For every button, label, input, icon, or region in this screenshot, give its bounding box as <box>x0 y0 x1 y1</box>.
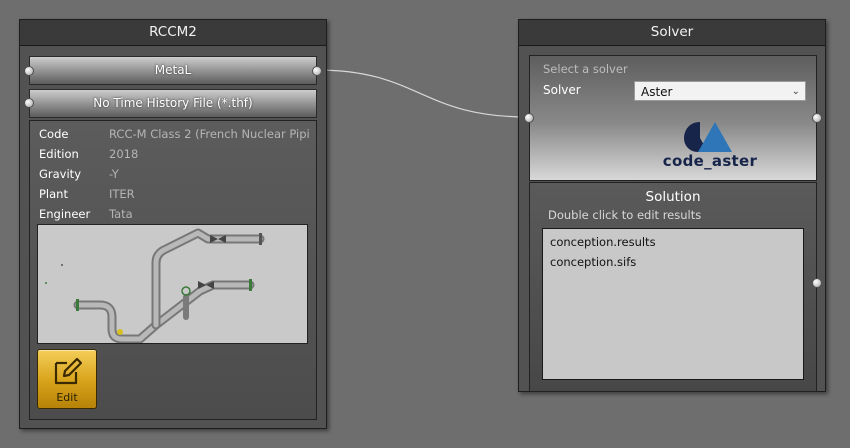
material-port-left[interactable] <box>24 66 34 76</box>
solver-node[interactable]: Solver Select a solver Solver Aster ⌄ co… <box>518 19 826 392</box>
edit-button[interactable]: Edit <box>37 349 97 409</box>
prop-code-key: Code <box>39 127 69 141</box>
solver-selection-panel: Select a solver Solver Aster ⌄ code_aste… <box>529 55 817 181</box>
solver-dropdown-value: Aster <box>641 85 673 99</box>
code-aster-logo: code_aster <box>660 118 760 174</box>
rccm-info-panel: Code RCC-M Class 2 (French Nuclear Pipin… <box>29 120 317 420</box>
solution-output-port[interactable] <box>812 278 822 288</box>
code-aster-logo-text: code_aster <box>662 152 758 170</box>
solver-input-port[interactable] <box>524 113 534 123</box>
solver-dropdown[interactable]: Aster ⌄ <box>634 81 806 101</box>
rccm-node[interactable]: RCCM2 MetaL No Time History File (*.thf)… <box>19 19 327 429</box>
prop-gravity-key: Gravity <box>39 167 82 181</box>
prop-engineer-value: Tata <box>109 207 133 221</box>
edit-icon <box>54 357 83 385</box>
solution-title: Solution <box>645 189 701 205</box>
rccm-node-title: RCCM2 <box>20 20 326 46</box>
time-history-port[interactable] <box>24 98 34 108</box>
solver-label: Solver <box>543 83 581 97</box>
material-bar[interactable]: MetaL <box>29 56 317 85</box>
select-solver-hint: Select a solver <box>543 62 628 76</box>
result-item-conception-sifs[interactable]: conception.sifs <box>550 255 636 269</box>
solution-hint: Double click to edit results <box>548 208 702 222</box>
solver-node-title: Solver <box>519 20 825 46</box>
prop-edition-key: Edition <box>39 147 79 161</box>
solution-panel: Solution Double click to edit results co… <box>529 182 817 392</box>
piping-model-preview[interactable] <box>37 224 308 344</box>
chevron-down-icon: ⌄ <box>791 86 800 97</box>
prop-edition-value: 2018 <box>109 147 139 161</box>
edit-button-label: Edit <box>56 391 78 404</box>
material-port-right[interactable] <box>312 66 322 76</box>
results-list[interactable]: conception.results conception.sifs <box>542 228 804 380</box>
prop-code-value: RCC-M Class 2 (French Nuclear Piping) <box>109 127 309 141</box>
result-item-conception-results[interactable]: conception.results <box>550 235 656 249</box>
solver-output-port[interactable] <box>812 113 822 123</box>
prop-plant-value: ITER <box>109 187 135 201</box>
prop-plant-key: Plant <box>39 187 68 201</box>
time-history-bar[interactable]: No Time History File (*.thf) <box>29 89 317 118</box>
prop-gravity-value: -Y <box>109 167 119 181</box>
prop-engineer-key: Engineer <box>39 207 91 221</box>
